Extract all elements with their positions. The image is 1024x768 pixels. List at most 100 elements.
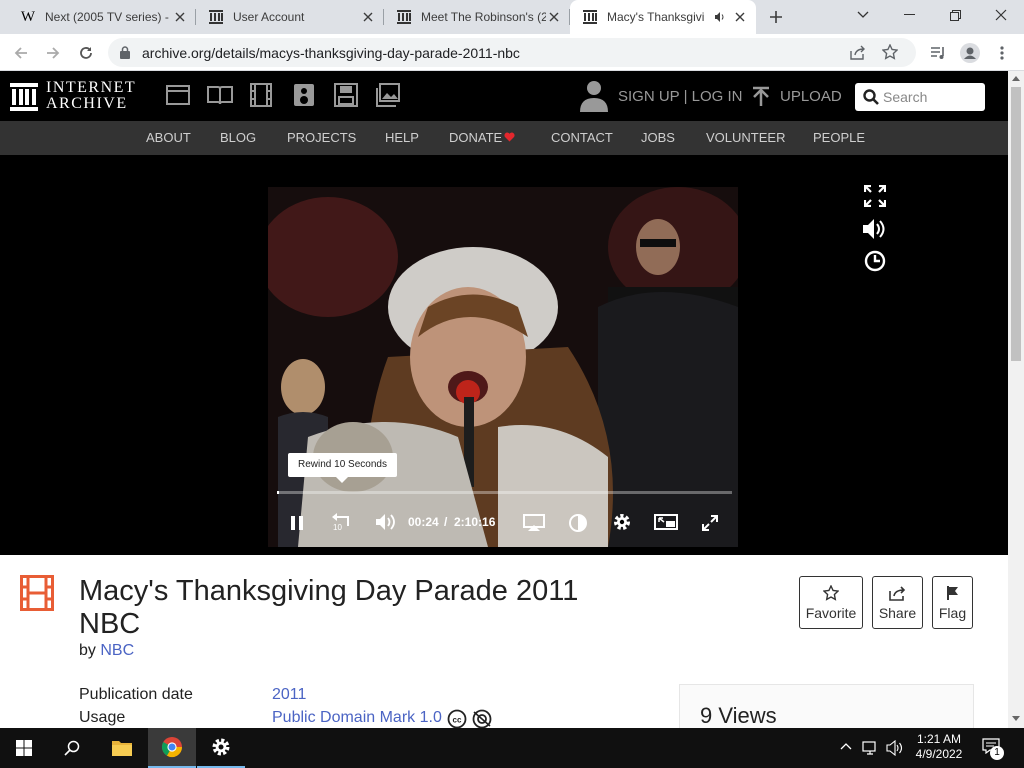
close-tab-icon[interactable]	[546, 9, 562, 25]
nav-jobs[interactable]: JOBS	[641, 130, 675, 145]
audio-speaker-icon[interactable]	[293, 83, 315, 107]
internet-archive-icon	[582, 9, 598, 25]
tab-meet-the-robinsons[interactable]: Meet The Robinson's (2	[384, 0, 570, 34]
video-film-icon[interactable]	[250, 83, 272, 107]
scroll-down-icon[interactable]	[1012, 716, 1020, 721]
favorite-label: Favorite	[805, 604, 857, 621]
ia-header: INTERNET ARCHIVE SIGN UP | LOG IN UPLOAD…	[0, 71, 1008, 121]
current-time: 00:24	[408, 515, 439, 529]
favorite-button[interactable]: Favorite	[799, 576, 863, 629]
pause-icon[interactable]	[290, 515, 304, 531]
scrollbar-thumb[interactable]	[1011, 87, 1021, 361]
settings-gear-icon[interactable]	[612, 512, 632, 532]
profile-avatar-icon[interactable]	[957, 40, 983, 66]
show-hidden-icons-chevron-icon[interactable]	[840, 742, 852, 750]
nav-people[interactable]: PEOPLE	[813, 130, 865, 145]
browser-tab-strip: W Next (2005 TV series) - User Account M…	[0, 0, 1024, 34]
nav-blog[interactable]: BLOG	[220, 130, 256, 145]
web-icon[interactable]	[166, 85, 190, 105]
file-explorer-icon[interactable]	[98, 728, 146, 768]
tab-search-icon[interactable]	[840, 0, 886, 30]
close-tab-icon[interactable]	[360, 9, 376, 25]
internet-archive-logo-icon[interactable]	[10, 83, 38, 111]
network-icon[interactable]	[862, 740, 880, 756]
texts-book-icon[interactable]	[207, 85, 233, 105]
notification-center-icon[interactable]: 1	[982, 738, 1004, 760]
page-scrollbar[interactable]	[1008, 71, 1024, 728]
upload-link[interactable]: UPLOAD	[780, 88, 842, 105]
images-icon[interactable]	[376, 83, 400, 107]
upload-icon[interactable]	[752, 86, 770, 108]
search-placeholder: Search	[883, 89, 928, 105]
nav-donate[interactable]: DONATE	[449, 130, 502, 145]
fullscreen-icon[interactable]	[701, 514, 719, 532]
tab-user-account[interactable]: User Account	[196, 0, 384, 34]
close-tab-icon[interactable]	[172, 9, 188, 25]
nav-help[interactable]: HELP	[385, 130, 419, 145]
picture-in-picture-icon[interactable]	[654, 514, 678, 530]
windows-start-icon[interactable]	[0, 728, 48, 768]
software-disk-icon[interactable]	[334, 83, 358, 107]
reading-list-icon[interactable]	[925, 40, 951, 66]
tab-wikipedia[interactable]: W Next (2005 TV series) -	[8, 0, 196, 34]
site-search-input[interactable]: Search	[855, 83, 985, 111]
heart-icon	[504, 132, 515, 142]
restore-icon[interactable]	[932, 0, 978, 30]
flag-icon	[946, 585, 958, 600]
video-player: Rewind 10 Seconds 10 00:24 / 2:10:16	[0, 155, 1008, 555]
nav-volunteer[interactable]: VOLUNTEER	[706, 130, 785, 145]
expand-theater-icon[interactable]	[864, 185, 886, 207]
chrome-taskbar-icon[interactable]	[148, 728, 196, 768]
share-button[interactable]: Share	[872, 576, 923, 629]
chrome-menu-icon[interactable]	[989, 40, 1015, 66]
reload-icon[interactable]	[73, 40, 99, 66]
share-page-icon[interactable]	[850, 45, 866, 60]
volume-icon[interactable]	[375, 513, 397, 531]
logo-line-1: INTERNET	[46, 79, 137, 96]
site-logo-text[interactable]: INTERNET ARCHIVE	[46, 80, 136, 112]
views-count: 9 Views	[700, 703, 777, 728]
usage-value[interactable]: Public Domain Mark 1.0	[272, 709, 442, 727]
public-domain-icon	[471, 709, 493, 729]
tab-macys-parade[interactable]: Macy's Thanksgivi	[570, 0, 756, 34]
star-icon	[823, 584, 839, 601]
url-text: archive.org/details/macys-thanksgiving-d…	[142, 45, 520, 61]
airplay-icon[interactable]	[523, 514, 545, 532]
tooltip-arrow	[336, 477, 348, 483]
rewind-10-icon[interactable]: 10	[331, 512, 353, 534]
creator-link[interactable]: NBC	[100, 642, 134, 659]
forward-icon[interactable]	[40, 40, 66, 66]
volume-side-icon[interactable]	[862, 218, 888, 240]
user-account-icon[interactable]	[580, 80, 608, 112]
back-icon[interactable]	[8, 40, 34, 66]
publication-date-value[interactable]: 2011	[272, 686, 306, 704]
share-icon	[888, 585, 905, 601]
bookmark-star-icon[interactable]	[882, 44, 898, 60]
scroll-up-icon[interactable]	[1012, 76, 1020, 81]
signin-link[interactable]: SIGN UP | LOG IN	[618, 88, 742, 105]
nav-about[interactable]: ABOUT	[146, 130, 191, 145]
nav-contact[interactable]: CONTACT	[551, 130, 613, 145]
speaker-volume-icon[interactable]	[886, 740, 904, 756]
clock-date: 4/9/2022	[915, 747, 963, 761]
close-tab-icon[interactable]	[732, 9, 748, 25]
tab-title: Macy's Thanksgivi	[607, 10, 705, 24]
new-tab-icon[interactable]	[766, 7, 786, 27]
address-bar[interactable]: archive.org/details/macys-thanksgiving-d…	[108, 38, 916, 67]
settings-taskbar-icon[interactable]	[197, 728, 245, 768]
progress-bar[interactable]	[277, 491, 732, 494]
lock-icon[interactable]	[120, 46, 130, 59]
nav-projects[interactable]: PROJECTS	[287, 130, 356, 145]
close-window-icon[interactable]	[978, 0, 1024, 30]
minimize-icon[interactable]	[886, 0, 932, 30]
timer-clock-icon[interactable]	[864, 250, 886, 272]
contrast-icon[interactable]	[568, 513, 588, 533]
ia-top-nav: ABOUT BLOG PROJECTS HELP DONATE CONTACT …	[0, 121, 1008, 155]
usage-label: Usage	[79, 709, 126, 726]
search-icon[interactable]	[48, 728, 96, 768]
tab-audio-icon[interactable]	[712, 9, 728, 25]
flag-button[interactable]: Flag	[932, 576, 973, 629]
creative-commons-icon: cc	[447, 709, 467, 729]
item-title-line2: NBC	[79, 608, 141, 640]
taskbar-clock[interactable]: 1:21 AM 4/9/2022	[910, 732, 968, 762]
